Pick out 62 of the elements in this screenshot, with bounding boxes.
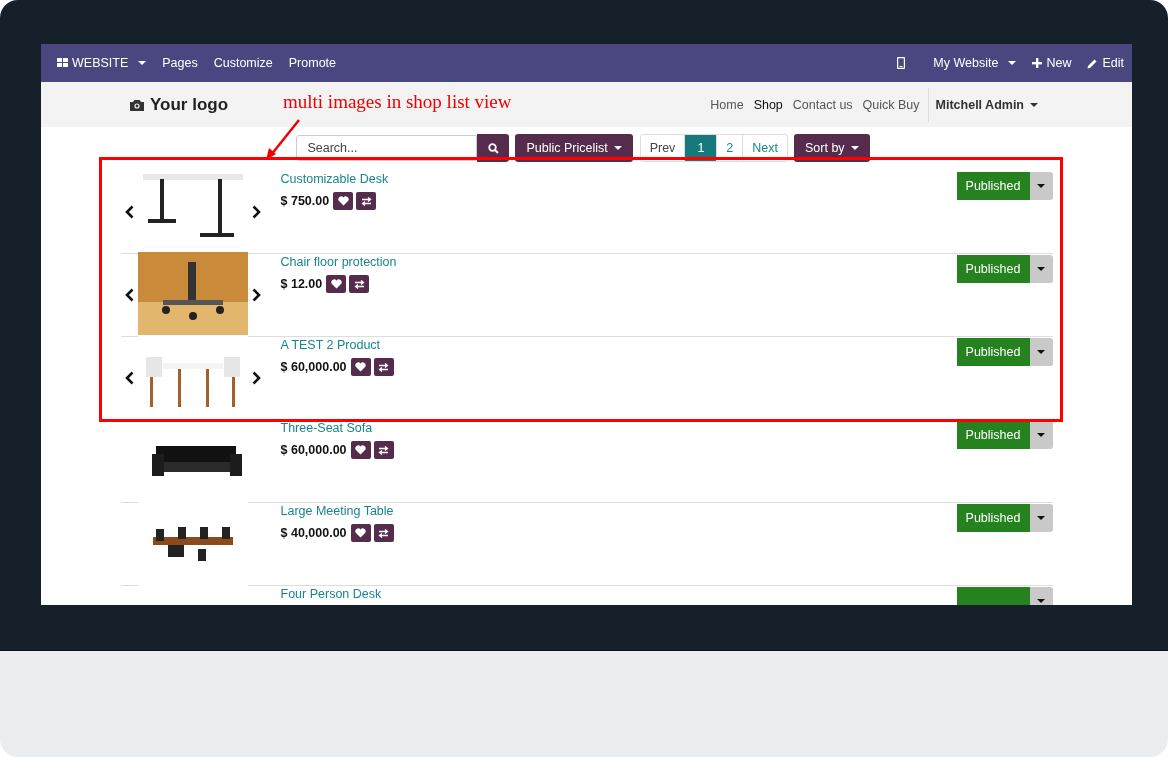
product-price: $ 60,000.00 [280, 360, 347, 374]
compare-button[interactable] [356, 192, 377, 210]
product-price: $ 60,000.00 [280, 443, 347, 457]
product-name-link[interactable]: Customizable Desk [280, 172, 389, 186]
top-menu-item[interactable]: New [1024, 56, 1080, 70]
wishlist-button[interactable] [333, 192, 354, 210]
pricelist-dropdown[interactable]: Public Pricelist [515, 134, 633, 162]
heart-icon [330, 279, 342, 289]
sort-dropdown[interactable]: Sort by [794, 134, 870, 162]
grid-icon [57, 58, 68, 68]
exchange-icon [360, 196, 372, 206]
wishlist-button[interactable] [350, 358, 371, 376]
top-menu-item[interactable]: Promote [280, 56, 344, 70]
wishlist-button[interactable] [350, 441, 371, 459]
heart-icon [355, 362, 367, 372]
nav-link[interactable]: Shop [748, 97, 788, 112]
heart-icon [337, 196, 349, 206]
heart-icon [355, 528, 367, 538]
compare-button[interactable] [373, 524, 394, 542]
search-button[interactable] [477, 134, 510, 162]
page-link[interactable]: Next [742, 135, 787, 161]
top-menu-item[interactable]: Pages [154, 56, 206, 70]
top-menu-item[interactable]: My Website [925, 56, 1025, 70]
exchange-icon [378, 528, 390, 538]
heart-icon [355, 445, 367, 455]
apps-menu[interactable]: WEBSITE [49, 56, 155, 70]
publish-toggle[interactable]: Published [956, 172, 1030, 200]
product-price: $ 12.00 [280, 277, 323, 291]
publish-toggle[interactable]: Published [956, 338, 1030, 366]
logo[interactable]: Your logo [130, 94, 229, 115]
wishlist-button[interactable] [350, 524, 371, 542]
product-price: $ 750.00 [280, 194, 330, 208]
publish-toggle[interactable]: Published [956, 504, 1030, 532]
product-name-link[interactable]: Three-Seat Sofa [280, 421, 373, 435]
publish-toggle[interactable]: Published [956, 421, 1030, 449]
top-menu-item[interactable]: Customize [205, 56, 281, 70]
nav-link[interactable]: Quick Buy [857, 97, 925, 112]
nav-link[interactable]: Contact us [787, 97, 858, 112]
exchange-icon [378, 362, 390, 372]
product-name-link[interactable]: Four Person Desk [280, 587, 382, 601]
compare-button[interactable] [349, 275, 370, 293]
product-name-link[interactable]: A TEST 2 Product [280, 338, 381, 352]
pencil-icon [1087, 57, 1099, 69]
product-name-link[interactable]: Chair floor protection [280, 255, 397, 269]
publish-toggle[interactable]: Published [956, 255, 1030, 283]
compare-button[interactable] [373, 358, 394, 376]
compare-button[interactable] [373, 441, 394, 459]
page-link[interactable]: Prev [640, 135, 685, 161]
annotation-text: multi images in shop list view [283, 91, 512, 113]
page-link[interactable]: 2 [716, 135, 743, 161]
exchange-icon [378, 445, 390, 455]
wishlist-button[interactable] [326, 275, 347, 293]
plus-icon [1032, 58, 1043, 68]
exchange-icon [353, 279, 365, 289]
product-price: $ 40,000.00 [280, 526, 347, 540]
search-icon [487, 142, 499, 154]
mobile-icon[interactable] [897, 57, 906, 69]
product-name-link[interactable]: Large Meeting Table [280, 504, 394, 518]
camera-icon [130, 98, 144, 111]
user-menu[interactable]: Mitchell Admin [927, 87, 1046, 122]
nav-link[interactable]: Home [705, 97, 749, 112]
top-menu-item[interactable]: Edit [1079, 56, 1132, 70]
